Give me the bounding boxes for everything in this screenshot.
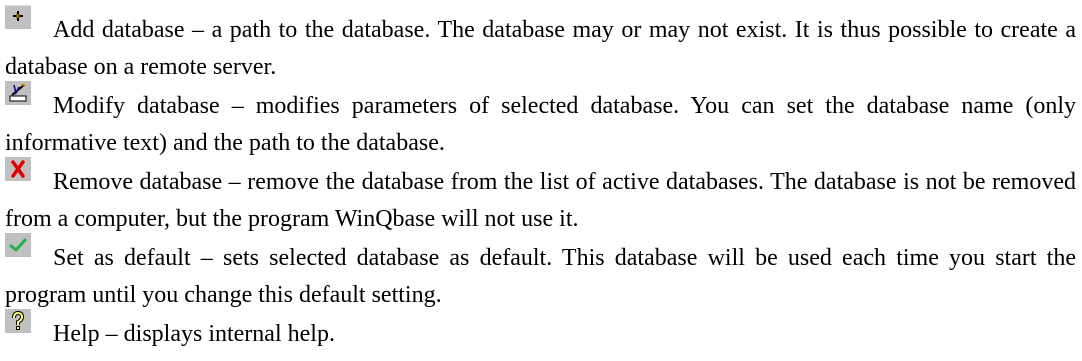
remove-database-icon <box>5 157 31 181</box>
modify-database-text: Modify database – modifies parameters of… <box>5 93 1076 156</box>
add-database-icon <box>5 5 31 29</box>
help-description: Help – displays internal help. <box>5 309 1076 353</box>
remove-database-text: Remove database – remove the database fr… <box>5 169 1076 232</box>
set-default-description: Set as default – sets selected database … <box>5 233 1076 314</box>
add-database-text: Add database – a path to the database. T… <box>5 17 1076 80</box>
document-page: Add database – a path to the database. T… <box>0 0 1082 361</box>
set-default-text: Set as default – sets selected database … <box>5 245 1076 308</box>
modify-database-description: Modify database – modifies parameters of… <box>5 81 1076 162</box>
add-database-description: Add database – a path to the database. T… <box>5 5 1076 86</box>
set-default-icon <box>5 233 31 257</box>
remove-database-description: Remove database – remove the database fr… <box>5 157 1076 238</box>
modify-database-icon <box>5 81 31 105</box>
help-text: Help – displays internal help. <box>53 321 335 347</box>
help-icon <box>5 309 31 333</box>
